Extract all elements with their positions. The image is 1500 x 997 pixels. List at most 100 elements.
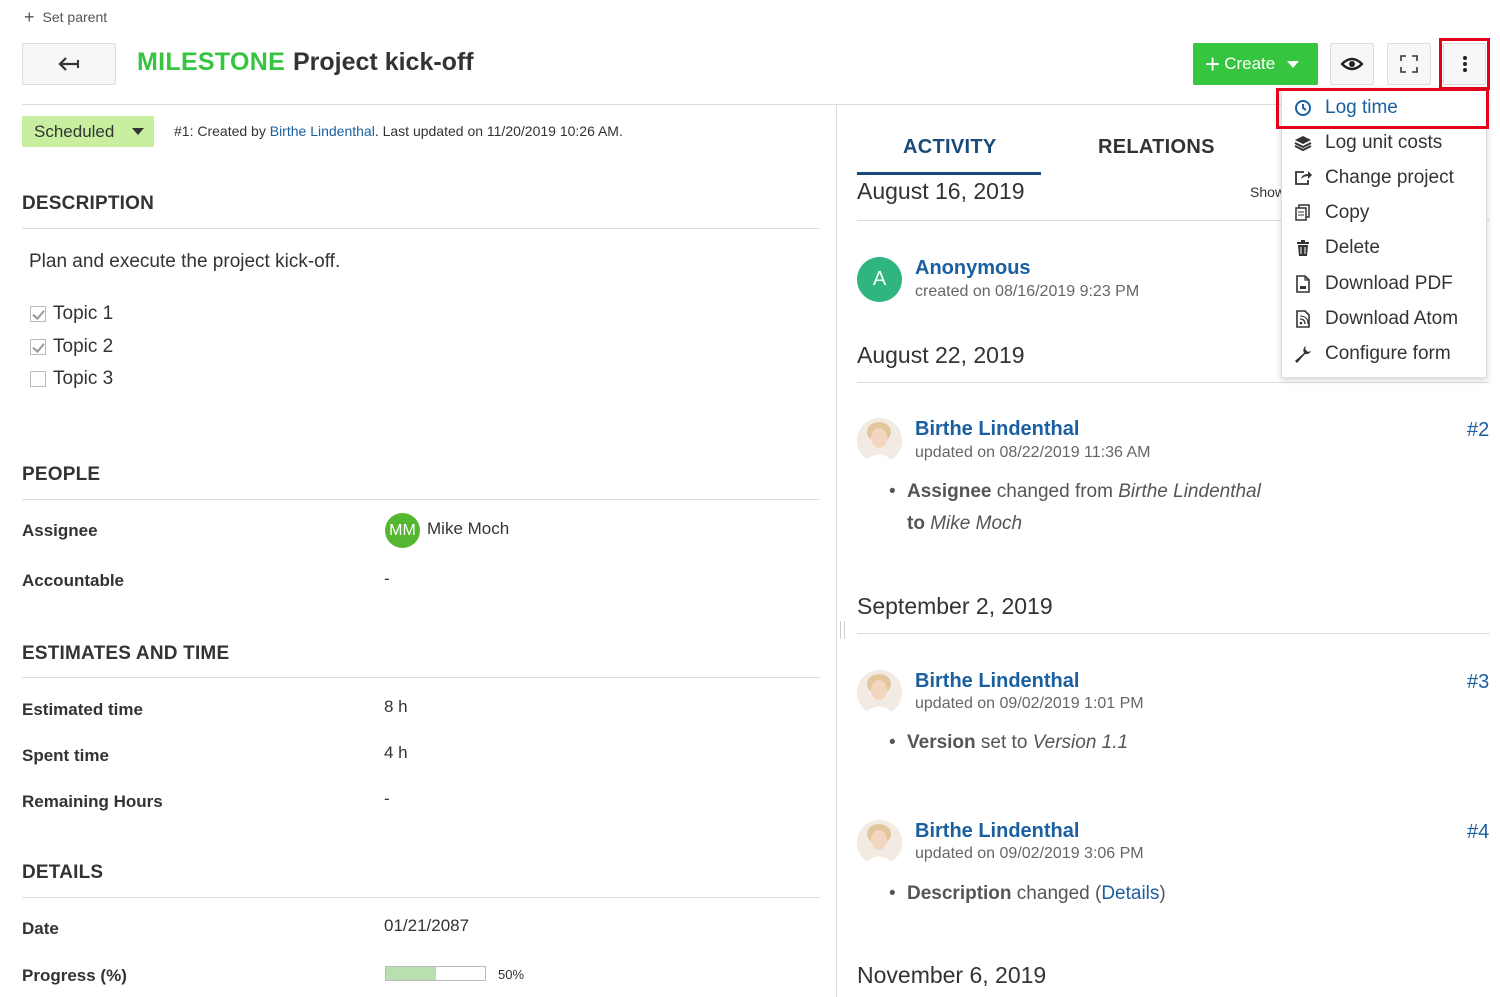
set-parent-label: Set parent	[42, 9, 108, 25]
resize-handle[interactable]	[840, 621, 845, 639]
change-new-value: Mike Moch	[930, 513, 1023, 534]
activity-number-link[interactable]: #4	[1467, 821, 1489, 844]
menu-item-copy[interactable]: Copy	[1292, 198, 1369, 228]
remaining-hours-label: Remaining Hours	[22, 792, 163, 811]
avatar	[857, 670, 902, 715]
activity-change: • Version set to Version 1.1	[889, 732, 1128, 754]
bullet-icon: •	[889, 883, 896, 904]
fullscreen-button[interactable]	[1387, 43, 1431, 85]
activity-user-link[interactable]: Birthe Lindenthal	[915, 820, 1079, 843]
change-verb: set to	[975, 732, 1033, 753]
topic-item: Topic 2	[30, 336, 113, 358]
activity-date: November 6, 2019	[857, 962, 1047, 988]
progress-value: 50%	[498, 967, 525, 982]
remaining-hours-value[interactable]: -	[384, 789, 390, 809]
highlight-box-more	[1439, 38, 1490, 90]
updated-suffix: . Last updated on 11/20/2019 10:26 AM.	[374, 123, 623, 139]
progress-label: Progress (%)	[22, 966, 127, 985]
pdf-icon	[1292, 274, 1314, 294]
show-filter-label[interactable]: Show	[1250, 184, 1285, 200]
activity-meta: created on 08/16/2019 9:23 PM	[915, 283, 1140, 300]
date-value[interactable]: 01/21/2087	[384, 916, 469, 936]
section-divider	[22, 897, 820, 898]
back-button[interactable]	[22, 43, 116, 85]
avatar: MM	[385, 513, 420, 548]
menu-item-delete[interactable]: Delete	[1292, 233, 1380, 263]
status-dropdown[interactable]: Scheduled	[22, 116, 154, 147]
details-link[interactable]: Details	[1101, 883, 1159, 904]
watch-button[interactable]	[1330, 43, 1374, 85]
status-label: Scheduled	[34, 121, 115, 141]
checkbox[interactable]	[30, 306, 46, 322]
menu-item-download-pdf[interactable]: Download PDF	[1292, 269, 1453, 299]
change-close: )	[1159, 883, 1166, 904]
activity-date: August 22, 2019	[857, 342, 1025, 368]
avatar	[857, 820, 902, 865]
chevron-down-icon	[132, 128, 145, 135]
menu-item-label: Delete	[1325, 237, 1380, 258]
create-label: Create	[1224, 54, 1276, 73]
back-arrow-icon	[58, 57, 79, 71]
set-parent-link[interactable]: + Set parent	[24, 8, 107, 26]
atom-icon	[1292, 309, 1314, 329]
menu-item-label: Change project	[1325, 167, 1454, 188]
change-field: Assignee	[907, 481, 992, 502]
date-divider	[857, 633, 1490, 634]
change-field: Version	[907, 732, 976, 753]
copy-icon	[1292, 203, 1314, 223]
create-button[interactable]: + Create	[1193, 43, 1318, 85]
activity-user-link[interactable]: Birthe Lindenthal	[915, 418, 1079, 441]
author-link[interactable]: Birthe Lindenthal	[270, 123, 375, 139]
activity-number-link[interactable]: #3	[1467, 671, 1489, 694]
section-divider	[22, 228, 820, 229]
description-heading: DESCRIPTION	[22, 193, 155, 214]
spent-time-link[interactable]: 4 h	[384, 743, 408, 763]
activity-user-link[interactable]: Anonymous	[915, 257, 1031, 280]
topic-label: Topic 1	[53, 303, 114, 324]
work-package-subject[interactable]: Project kick-off	[293, 48, 474, 77]
checkbox[interactable]	[30, 339, 46, 355]
checkbox[interactable]	[30, 371, 46, 387]
user-photo-icon	[857, 418, 902, 463]
estimated-time-value[interactable]: 8 h	[384, 697, 408, 717]
menu-item-download-atom[interactable]: Download Atom	[1292, 304, 1458, 334]
accountable-label: Accountable	[22, 571, 125, 590]
spent-time-label: Spent time	[22, 746, 109, 765]
header-divider	[22, 104, 1490, 105]
active-tab-indicator	[857, 172, 1041, 175]
description-text[interactable]: Plan and execute the project kick-off.	[29, 251, 340, 273]
assignee-value[interactable]: Mike Moch	[427, 519, 509, 539]
date-label: Date	[22, 919, 59, 938]
activity-meta: updated on 08/22/2019 11:36 AM	[915, 444, 1151, 461]
activity-change: • Description changed (Details)	[889, 883, 1166, 905]
topic-item: Topic 1	[30, 303, 113, 325]
menu-item-configure-form[interactable]: Configure form	[1292, 339, 1451, 369]
section-divider	[22, 677, 820, 678]
people-heading: PEOPLE	[22, 464, 101, 485]
menu-item-label: Download Atom	[1325, 308, 1459, 329]
move-icon	[1292, 168, 1314, 188]
eye-icon	[1341, 57, 1363, 71]
change-verb: changed (	[1011, 883, 1102, 904]
progress-bar[interactable]	[385, 966, 486, 981]
change-old-value: Birthe Lindenthal	[1118, 481, 1261, 502]
activity-user-link[interactable]: Birthe Lindenthal	[915, 670, 1079, 693]
avatar	[857, 418, 902, 463]
menu-item-label: Copy	[1325, 202, 1370, 223]
menu-item-log-unit-costs[interactable]: Log unit costs	[1292, 128, 1442, 158]
menu-item-change-project[interactable]: Change project	[1292, 163, 1454, 193]
bullet-icon: •	[889, 732, 896, 753]
activity-number-link[interactable]: #2	[1467, 419, 1489, 442]
column-divider	[836, 105, 837, 997]
estimated-time-label: Estimated time	[22, 700, 143, 719]
wrench-icon	[1292, 344, 1314, 364]
accountable-value[interactable]: -	[384, 569, 390, 589]
menu-item-label: Configure form	[1325, 343, 1451, 364]
date-divider	[857, 382, 1490, 383]
menu-item-label: Download PDF	[1325, 273, 1453, 294]
tab-activity[interactable]: ACTIVITY	[903, 136, 997, 159]
created-prefix: #1: Created by	[174, 123, 270, 139]
assignee-label: Assignee	[22, 521, 98, 540]
expand-icon	[1400, 55, 1418, 73]
tab-relations[interactable]: RELATIONS	[1098, 136, 1215, 159]
